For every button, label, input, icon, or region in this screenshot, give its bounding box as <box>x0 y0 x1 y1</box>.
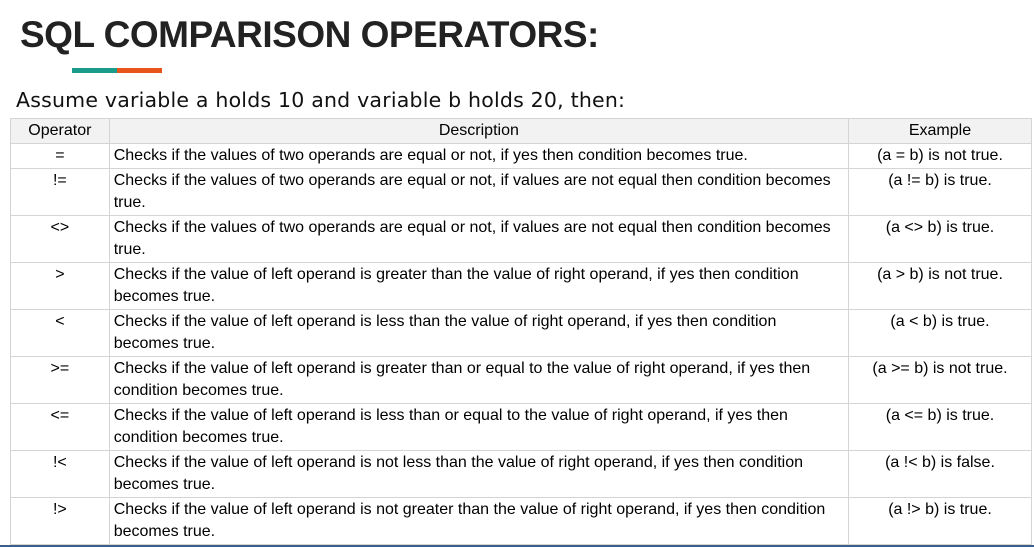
table-row: !> Checks if the value of left operand i… <box>10 497 1033 545</box>
example-cell: (a = b) is not true. <box>847 143 1033 169</box>
table-row: = Checks if the values of two operands a… <box>10 143 1033 169</box>
description-cell: Checks if the value of left operand is g… <box>108 356 849 404</box>
description-cell: Checks if the values of two operands are… <box>108 143 849 169</box>
description-cell: Checks if the values of two operands are… <box>108 215 849 263</box>
operator-cell: = <box>10 143 110 169</box>
table-row: >= Checks if the value of left operand i… <box>10 356 1033 404</box>
table-row: < Checks if the value of left operand is… <box>10 309 1033 357</box>
table-row: !< Checks if the value of left operand i… <box>10 450 1033 498</box>
example-cell: (a !< b) is false. <box>847 450 1033 498</box>
description-cell: Checks if the values of two operands are… <box>108 168 849 216</box>
title-accent-orange <box>117 68 162 73</box>
title-accent-teal <box>72 68 117 73</box>
example-cell: (a > b) is not true. <box>847 262 1033 310</box>
operator-cell: < <box>10 309 110 357</box>
operator-cell: <= <box>10 403 110 451</box>
table-row: > Checks if the value of left operand is… <box>10 262 1033 310</box>
operator-cell: !< <box>10 450 110 498</box>
header-example: Example <box>847 118 1033 144</box>
operators-table: Operator Description Example = Checks if… <box>10 118 1033 545</box>
operator-cell: != <box>10 168 110 216</box>
table-header-row: Operator Description Example <box>10 118 1033 144</box>
page-title: SQL COMPARISON OPERATORS: <box>20 14 599 55</box>
example-cell: (a <= b) is true. <box>847 403 1033 451</box>
example-cell: (a <> b) is true. <box>847 215 1033 263</box>
table-row: != Checks if the values of two operands … <box>10 168 1033 216</box>
subtitle: Assume variable a holds 10 and variable … <box>16 88 626 112</box>
example-cell: (a < b) is true. <box>847 309 1033 357</box>
header-operator: Operator <box>10 118 110 144</box>
table-row: <> Checks if the values of two operands … <box>10 215 1033 263</box>
header-description: Description <box>108 118 849 144</box>
example-cell: (a >= b) is not true. <box>847 356 1033 404</box>
description-cell: Checks if the value of left operand is l… <box>108 403 849 451</box>
operator-cell: !> <box>10 497 110 545</box>
operator-cell: >= <box>10 356 110 404</box>
operator-cell: > <box>10 262 110 310</box>
operator-cell: <> <box>10 215 110 263</box>
description-cell: Checks if the value of left operand is l… <box>108 309 849 357</box>
description-cell: Checks if the value of left operand is n… <box>108 497 849 545</box>
table-row: <= Checks if the value of left operand i… <box>10 403 1033 451</box>
description-cell: Checks if the value of left operand is g… <box>108 262 849 310</box>
example-cell: (a != b) is true. <box>847 168 1033 216</box>
example-cell: (a !> b) is true. <box>847 497 1033 545</box>
description-cell: Checks if the value of left operand is n… <box>108 450 849 498</box>
